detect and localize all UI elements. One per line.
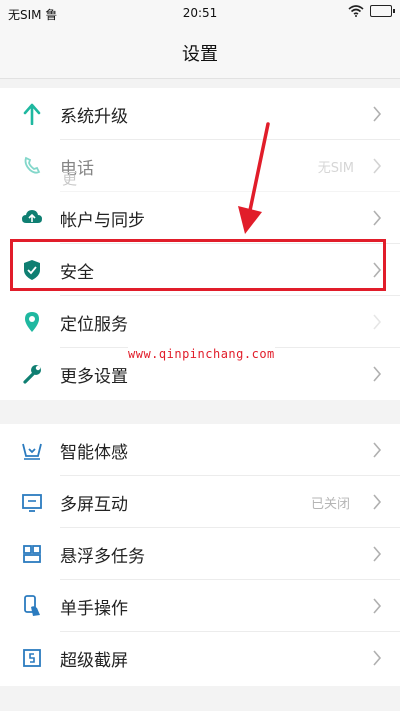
chevron-right-icon xyxy=(373,106,382,122)
settings-item-location[interactable]: 定位服务 xyxy=(0,296,400,348)
chevron-right-icon xyxy=(373,650,382,666)
status-bar: 无SIM 鲁 20:51 xyxy=(0,0,400,26)
chevron-right-icon xyxy=(373,494,382,510)
settings-item-label: 系统升级 xyxy=(60,107,128,127)
chevron-right-icon xyxy=(373,262,382,278)
settings-item-account-sync[interactable]: 帐户与同步 xyxy=(0,192,400,244)
one-hand-icon xyxy=(20,594,44,618)
ghost-text: 更 xyxy=(62,170,78,188)
status-icons xyxy=(348,5,395,17)
motion-sense-icon xyxy=(20,438,44,462)
settings-item-system-update[interactable]: 系统升级 xyxy=(0,88,400,140)
chevron-right-icon xyxy=(373,442,382,458)
settings-item-value: 无SIM xyxy=(317,161,354,176)
chevron-right-icon xyxy=(373,598,382,614)
settings-item-label: 悬浮多任务 xyxy=(60,547,145,567)
location-pin-icon xyxy=(20,310,44,334)
arrow-up-icon xyxy=(20,102,44,126)
settings-item-label: 单手操作 xyxy=(60,599,128,619)
phone-icon xyxy=(20,154,44,178)
chevron-right-icon xyxy=(373,210,382,226)
chevron-right-icon xyxy=(373,366,382,382)
settings-item-label: 定位服务 xyxy=(60,315,128,335)
settings-item-security[interactable]: 安全 xyxy=(0,244,400,296)
settings-item-label: 多屏互动 xyxy=(60,495,128,515)
settings-item-multi-screen[interactable]: 多屏互动 已关闭 xyxy=(0,476,400,528)
settings-item-label: 帐户与同步 xyxy=(60,211,145,231)
wrench-icon xyxy=(20,362,44,386)
chevron-right-icon xyxy=(373,314,382,330)
chevron-right-icon xyxy=(373,546,382,562)
settings-item-label: 安全 xyxy=(60,263,94,283)
battery-icon xyxy=(370,5,395,17)
settings-item-label: 超级截屏 xyxy=(60,651,128,671)
settings-item-smart-motion[interactable]: 智能体感 xyxy=(0,424,400,476)
settings-item-value: 已关闭 xyxy=(310,497,350,512)
settings-item-label: 智能体感 xyxy=(60,443,128,463)
watermark: www.qinpinchang.com xyxy=(128,347,275,361)
title-bar: 设置 xyxy=(0,26,400,79)
settings-section-2: 智能体感 多屏互动 已关闭 悬浮多任务 单手操作 超级截屏 xyxy=(0,424,400,686)
settings-item-one-hand[interactable]: 单手操作 xyxy=(0,580,400,632)
cloud-sync-icon xyxy=(20,206,44,230)
settings-item-phone[interactable]: 电话 更 无SIM xyxy=(0,140,400,192)
bottom-bar xyxy=(0,686,400,711)
screenshot-icon xyxy=(20,646,44,670)
shield-icon xyxy=(20,258,44,282)
wifi-icon xyxy=(348,5,364,17)
settings-item-label: 更多设置 xyxy=(60,367,128,387)
settings-item-super-screenshot[interactable]: 超级截屏 xyxy=(0,632,400,684)
clock: 20:51 xyxy=(182,6,218,20)
multi-screen-icon xyxy=(20,490,44,514)
chevron-right-icon xyxy=(373,158,382,174)
settings-item-floating-multitask[interactable]: 悬浮多任务 xyxy=(0,528,400,580)
floating-multitask-icon xyxy=(20,542,44,566)
page-title: 设置 xyxy=(182,44,218,65)
